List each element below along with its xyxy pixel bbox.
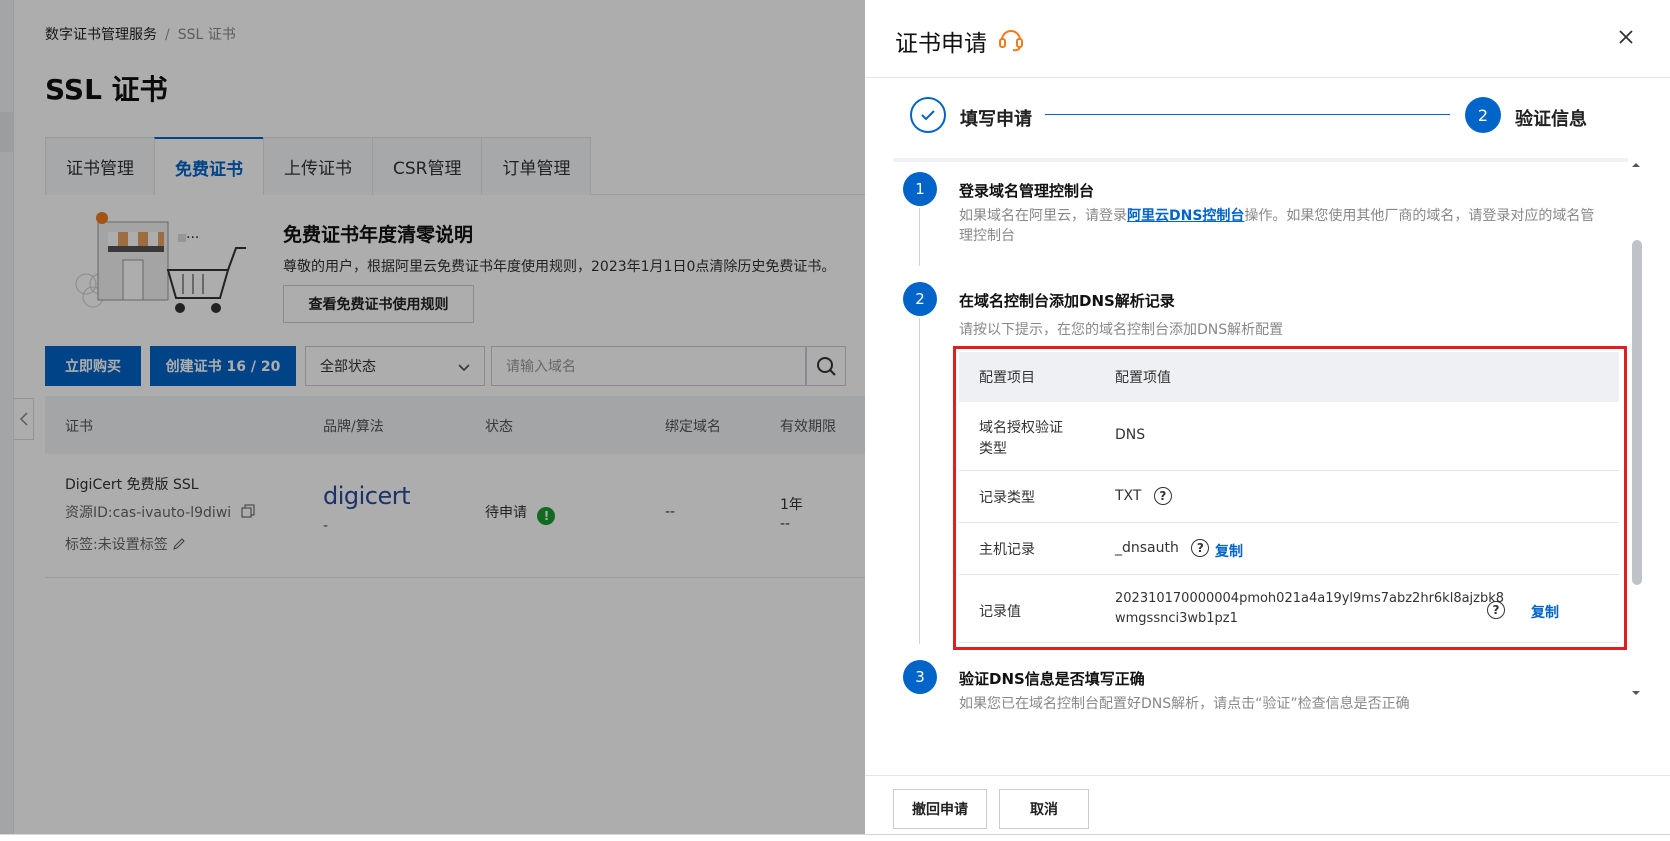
dns-config-table: 配置项目 配置项值 域名授权验证 类型 DNS 记录类型 TXT ? 主机记录 … <box>959 352 1619 643</box>
close-icon[interactable] <box>1617 28 1635 46</box>
scroll-up-arrow-icon[interactable] <box>1629 160 1643 170</box>
scrollbar-thumb[interactable] <box>1632 240 1642 585</box>
section-3-number: 3 <box>903 660 937 694</box>
config-value: DNS <box>1115 427 1146 443</box>
copy-host-record-button[interactable]: 复制 <box>1215 541 1243 561</box>
value-text: TXT <box>1115 488 1142 504</box>
help-icon[interactable]: ? <box>1153 487 1172 505</box>
config-key: 记录类型 <box>979 490 1035 506</box>
cancel-button[interactable]: 取消 <box>999 789 1089 829</box>
config-row-verify-type: 域名授权验证 类型 DNS <box>959 402 1619 471</box>
section-1-title: 登录域名管理控制台 <box>959 182 1095 200</box>
header-config-value: 配置项值 <box>1115 370 1171 386</box>
section-3-desc: 如果您已在域名控制台配置好DNS解析，请点击“验证”检查信息是否正确 <box>959 696 1410 712</box>
section-2-desc: 请按以下提示，在您的域名控制台添加DNS解析配置 <box>959 322 1284 338</box>
drawer-header: 证书申请 <box>865 0 1670 78</box>
customer-support-icon[interactable] <box>997 26 1025 52</box>
desc-pre: 如果域名在阿里云，请登录 <box>959 208 1127 224</box>
withdraw-application-button[interactable]: 撤回申请 <box>893 789 987 829</box>
step-2-label: 验证信息 <box>1515 109 1587 130</box>
step-2-current: 2 <box>1465 97 1501 133</box>
record-value-line1: 202310170000004pmoh021a4a19yl9ms7abz2hr6… <box>1115 591 1505 606</box>
help-icon[interactable]: ? <box>1487 601 1505 619</box>
config-value: _dnsauth ? <box>1115 539 1210 557</box>
drawer-footer: 撤回申请 取消 <box>865 775 1670 834</box>
aliyun-dns-console-link[interactable]: 阿里云DNS控制台 <box>1127 208 1244 224</box>
config-table-header: 配置项目 配置项值 <box>959 352 1619 402</box>
section-1-desc: 如果域名在阿里云，请登录阿里云DNS控制台操作。如果您使用其他厂商的域名，请登录… <box>959 206 1599 246</box>
section-3-title: 验证DNS信息是否填写正确 <box>959 670 1145 688</box>
section-2-number: 2 <box>903 282 937 316</box>
config-row-record-type: 记录类型 TXT ? <box>959 471 1619 523</box>
step-connector <box>1045 114 1450 115</box>
section-1-number: 1 <box>903 172 937 206</box>
config-key: 主机记录 <box>979 542 1035 558</box>
header-config-item: 配置项目 <box>979 370 1035 386</box>
config-value: TXT ? <box>1115 487 1172 505</box>
help-icon[interactable]: ? <box>1191 539 1210 557</box>
record-value-line2: wmgssnci3wb1pz1 <box>1115 611 1238 626</box>
drawer-scroll-content[interactable]: 1 登录域名管理控制台 如果域名在阿里云，请登录阿里云DNS控制台操作。如果您使… <box>893 158 1628 752</box>
copy-record-value-button[interactable]: 复制 <box>1531 602 1559 622</box>
config-key-line2: 类型 <box>979 441 1007 457</box>
cert-apply-drawer: 证书申请 填写申请 2 验证信息 1 登录域名管理控制台 如果域名在阿里云，请登… <box>865 0 1670 834</box>
modal-backdrop[interactable] <box>0 0 865 841</box>
config-row-record-value: 记录值 202310170000004pmoh021a4a19yl9ms7abz… <box>959 575 1619 643</box>
section-1-line <box>919 208 920 266</box>
drawer-title: 证书申请 <box>895 31 987 57</box>
step-1-label: 填写申请 <box>960 109 1032 130</box>
check-icon <box>921 110 935 121</box>
step-1-done <box>910 97 946 133</box>
section-2-line <box>919 318 920 644</box>
section-2-title: 在域名控制台添加DNS解析记录 <box>959 292 1175 310</box>
scrollbar[interactable] <box>1628 160 1642 750</box>
config-key: 记录值 <box>979 604 1021 620</box>
progress-steps: 填写申请 2 验证信息 <box>865 78 1670 158</box>
window-bottom-edge <box>0 834 1670 841</box>
value-text: _dnsauth <box>1115 540 1179 556</box>
scroll-down-arrow-icon[interactable] <box>1629 688 1643 698</box>
config-row-host-record: 主机记录 _dnsauth ? 复制 <box>959 523 1619 575</box>
config-key: 域名授权验证 <box>979 420 1063 436</box>
